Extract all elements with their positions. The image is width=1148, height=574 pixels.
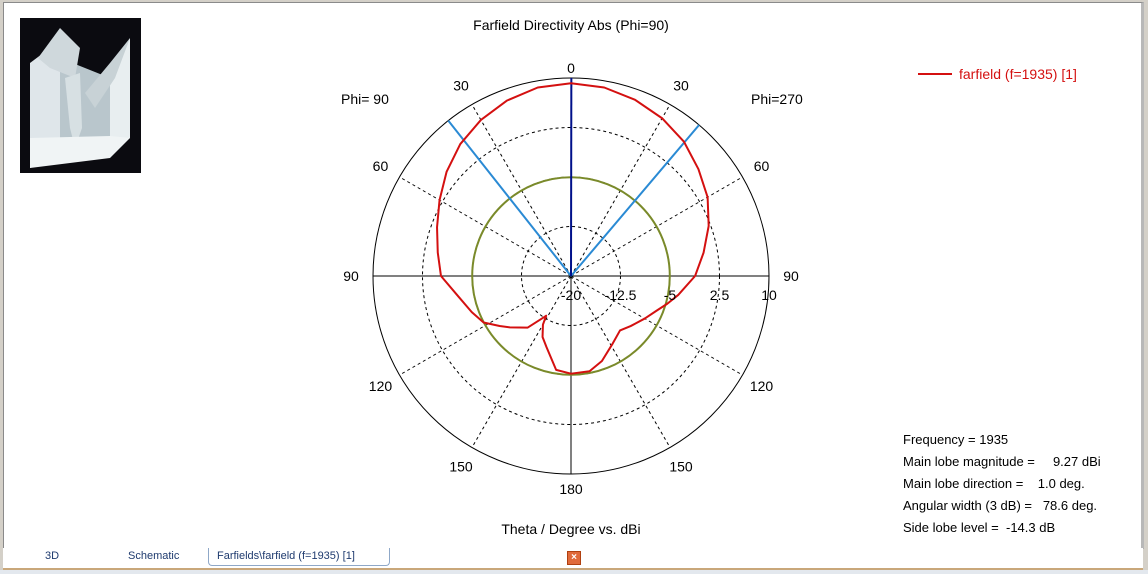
angle-label-right: 120 [750,378,774,394]
info-side-lobe-level: Side lobe level = -14.3 dB [903,520,1056,535]
beamwidth-line [570,124,700,277]
angle-label-right: 30 [673,77,689,93]
info-main-lobe-magnitude: Main lobe magnitude = 9.27 dBi [903,454,1101,469]
3d-model-thumbnail [20,18,141,173]
angle-label-left: 120 [369,378,393,394]
phi-left-label: Phi= 90 [341,91,389,107]
tab-farfield[interactable]: Farfields\farfield (f=1935) [1] × [208,548,581,566]
tab-farfield-label: Farfields\farfield (f=1935) [1] [217,550,355,562]
radial-tick-label: -5 [664,287,677,303]
radial-tick-label: 10 [761,287,777,303]
angle-label-0: 0 [567,60,575,76]
x-axis-label: Theta / Degree vs. dBi [501,521,640,537]
legend-label[interactable]: farfield (f=1935) [1] [959,66,1077,82]
angle-label-right: 150 [669,459,693,475]
status-strip [0,570,1148,574]
angle-label-left: 60 [373,158,389,174]
info-main-lobe-direction: Main lobe direction = 1.0 deg. [903,476,1085,491]
angle-label-right: 90 [783,268,799,284]
angle-label-left: 90 [343,268,359,284]
tab-3d[interactable]: 3D [45,550,59,562]
angle-label-left: 150 [449,459,473,475]
tab-bar: 3D Schematic Farfields\farfield (f=1935)… [3,548,1143,570]
tab-schematic[interactable]: Schematic [128,550,179,562]
angle-label-right: 60 [754,158,770,174]
phi-right-label: Phi=270 [751,91,803,107]
close-icon[interactable]: × [567,551,581,565]
beamwidth-line [447,119,572,277]
info-frequency: Frequency = 1935 [903,432,1009,447]
angle-label-left: 30 [453,77,469,93]
radial-tick-label: -20 [561,287,581,303]
farfield-curve [436,82,710,375]
chart-title: Farfield Directivity Abs (Phi=90) [473,17,669,33]
info-angular-width: Angular width (3 dB) = 78.6 deg. [903,498,1098,513]
angle-label-180: 180 [559,481,583,497]
radial-tick-label: -12.5 [605,287,637,303]
radial-tick-label: 2.5 [710,287,730,303]
